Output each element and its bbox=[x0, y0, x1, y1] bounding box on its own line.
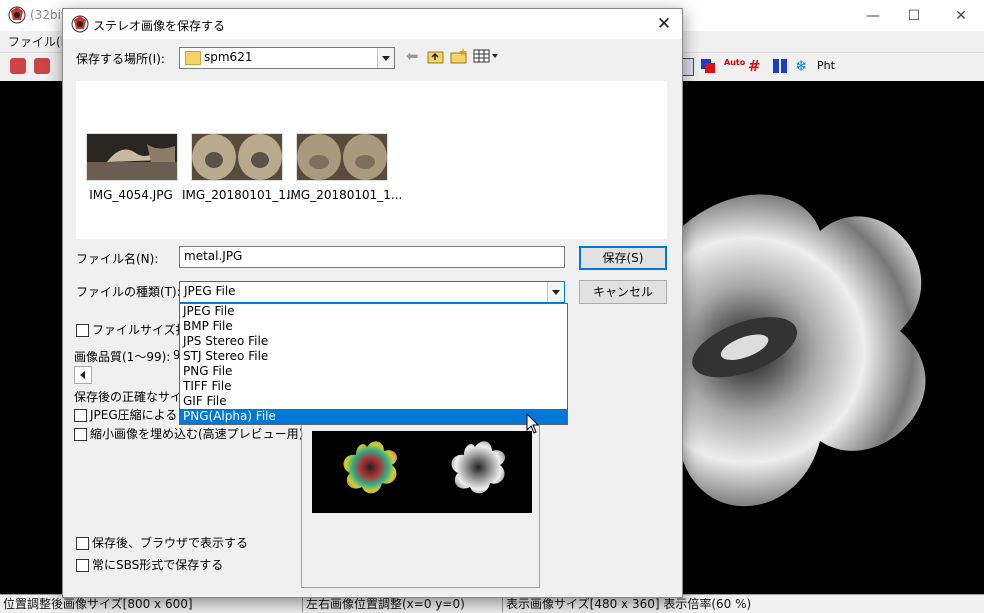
jpeg-noise-checkbox[interactable] bbox=[74, 409, 87, 422]
filetype-option[interactable]: JPEG File bbox=[180, 304, 567, 319]
open-browser-checkbox[interactable] bbox=[76, 537, 89, 550]
toolbar-snowflake-icon[interactable]: ❄ bbox=[795, 58, 811, 74]
preview-image bbox=[312, 431, 532, 513]
toolbar-grid-icon[interactable]: # bbox=[748, 58, 764, 74]
app-close-button[interactable]: ✕ bbox=[938, 6, 984, 26]
embed-thumbnail-checkbox[interactable] bbox=[74, 428, 87, 441]
file-thumbnail[interactable] bbox=[296, 133, 388, 181]
toolbar-pht-icon[interactable]: Pht bbox=[817, 58, 839, 74]
filetype-option[interactable]: GIF File bbox=[180, 394, 567, 409]
filetype-value: JPEG File bbox=[184, 284, 236, 298]
save-dialog: ステレオ画像を保存する ✕ 保存する場所(I): spm621 ⬅ IMG_40… bbox=[62, 8, 683, 598]
file-thumbnail[interactable] bbox=[191, 133, 283, 181]
app-title: (32bit bbox=[30, 8, 66, 22]
quality-slider-left-button[interactable] bbox=[74, 366, 92, 384]
dialog-title: ステレオ画像を保存する bbox=[93, 19, 226, 33]
file-name[interactable]: IMG_4054.JPG bbox=[77, 188, 185, 202]
filetype-dropdown-list[interactable]: JPEG File BMP File JPS Stereo File STJ Ster… bbox=[179, 303, 568, 425]
app-logo-icon bbox=[8, 6, 26, 24]
filename-value: metal.JPG bbox=[184, 249, 243, 263]
folder-icon bbox=[185, 51, 201, 65]
filetype-option[interactable]: PNG File bbox=[180, 364, 567, 379]
toolbar-save-icon[interactable] bbox=[34, 58, 50, 74]
filetype-option[interactable]: BMP File bbox=[180, 319, 567, 334]
up-folder-icon[interactable] bbox=[427, 47, 445, 65]
cancel-button[interactable]: キャンセル bbox=[579, 280, 667, 304]
toolbar-auto-icon[interactable]: Auto bbox=[724, 58, 745, 74]
maximize-button[interactable]: ☐ bbox=[891, 6, 937, 26]
save-button[interactable]: 保存(S) bbox=[579, 246, 667, 270]
mouse-cursor-icon bbox=[526, 413, 540, 434]
location-combo[interactable]: spm621 bbox=[179, 47, 395, 69]
location-value: spm621 bbox=[204, 50, 253, 64]
embed-thumbnail-label: 縮小画像を埋め込む(高速プレビュー用) bbox=[90, 427, 304, 441]
filetype-combo[interactable]: JPEG File bbox=[179, 281, 565, 303]
toolbar-color-icon[interactable] bbox=[700, 58, 716, 74]
view-menu-icon[interactable] bbox=[473, 47, 499, 65]
filetype-option[interactable]: STJ Stereo File bbox=[180, 349, 567, 364]
exact-size-label: 保存後の正確なサイズ bbox=[74, 390, 179, 404]
file-size-checkbox[interactable] bbox=[76, 324, 89, 337]
always-sbs-checkbox[interactable] bbox=[76, 559, 89, 572]
toolbar-open-icon[interactable] bbox=[10, 58, 26, 74]
dialog-close-button[interactable]: ✕ bbox=[653, 13, 675, 35]
chevron-down-icon[interactable] bbox=[547, 282, 564, 302]
minimize-button[interactable]: — bbox=[850, 6, 896, 26]
filename-input[interactable]: metal.JPG bbox=[179, 246, 565, 268]
filetype-option[interactable]: JPS Stereo File bbox=[180, 334, 567, 349]
always-sbs-label: 常にSBS形式で保存する bbox=[92, 558, 224, 572]
filetype-option[interactable]: TIFF File bbox=[180, 379, 567, 394]
new-folder-icon[interactable] bbox=[450, 47, 468, 65]
filename-label: ファイル名(N): bbox=[76, 252, 159, 266]
dialog-app-icon bbox=[71, 15, 89, 33]
quality-label: 画像品質(1～99): bbox=[74, 350, 171, 364]
file-thumbnail[interactable] bbox=[86, 133, 178, 181]
filetype-option[interactable]: PNG(Alpha) File bbox=[180, 409, 567, 424]
jpeg-noise-label: JPEG圧縮によるゴ bbox=[90, 408, 190, 422]
chevron-down-icon[interactable] bbox=[377, 48, 394, 68]
open-browser-label: 保存後、ブラウザで表示する bbox=[92, 536, 249, 550]
location-label: 保存する場所(I): bbox=[76, 52, 165, 66]
toolbar-sidebyside-icon[interactable] bbox=[772, 58, 788, 74]
file-list[interactable]: IMG_4054.JPG IMG_20180101_1... IMG_20180… bbox=[76, 81, 667, 239]
back-icon[interactable]: ⬅ bbox=[406, 47, 424, 65]
filetype-label: ファイルの種類(T): bbox=[76, 285, 181, 299]
file-name[interactable]: IMG_20180101_1... bbox=[182, 188, 297, 202]
file-name[interactable]: IMG_20180101_1... bbox=[287, 188, 402, 202]
